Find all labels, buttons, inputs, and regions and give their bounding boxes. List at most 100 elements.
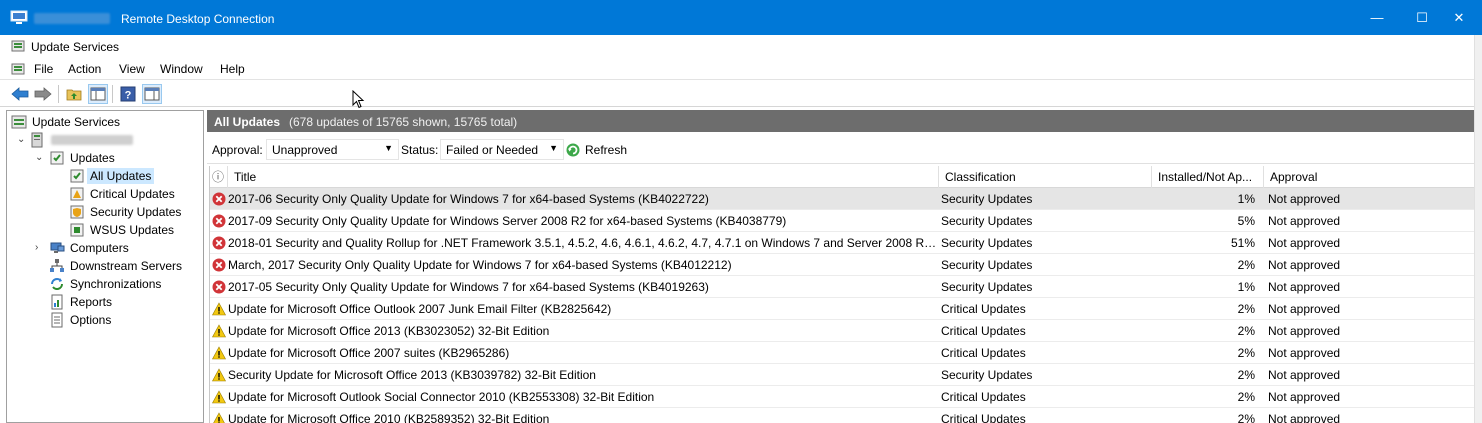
menu-file[interactable]: File <box>34 62 53 76</box>
table-row[interactable]: Security Update for Microsoft Office 201… <box>210 364 1475 386</box>
menu-help[interactable]: Help <box>220 62 245 76</box>
tree-item-security-updates[interactable]: Security Updates <box>69 203 184 221</box>
up-one-level-button[interactable] <box>64 84 84 104</box>
warning-icon <box>212 346 226 360</box>
tree-label: Security Updates <box>90 205 182 219</box>
update-services-icon[interactable] <box>11 62 25 76</box>
cell-classification: Critical Updates <box>941 324 1026 338</box>
forward-button[interactable] <box>33 84 53 104</box>
cell-installed: 2% <box>1237 346 1255 360</box>
cell-installed: 2% <box>1237 324 1255 338</box>
cell-approval: Not approved <box>1268 258 1341 272</box>
tree-item-critical-updates[interactable]: Critical Updates <box>69 185 178 203</box>
tree-item-wsus-updates[interactable]: WSUS Updates <box>69 221 177 239</box>
column-header-title[interactable]: Title <box>228 166 939 188</box>
mouse-cursor-icon <box>352 90 365 109</box>
rdp-title: Remote Desktop Connection <box>121 12 275 26</box>
cell-installed: 5% <box>1237 214 1255 228</box>
tree-item-all-updates[interactable]: All Updates <box>69 167 155 185</box>
tree-label: All Updates <box>87 168 155 184</box>
menu-window[interactable]: Window <box>160 62 203 76</box>
table-row[interactable]: March, 2017 Security Only Quality Update… <box>210 254 1475 276</box>
tree-label: Critical Updates <box>90 187 175 201</box>
help-button[interactable]: ? <box>118 84 138 104</box>
refresh-button[interactable]: Refresh <box>565 142 627 158</box>
cell-approval: Not approved <box>1268 346 1341 360</box>
tree-item-reports[interactable]: Reports <box>49 293 115 311</box>
update-services-icon <box>11 40 25 52</box>
minimize-button[interactable]: — <box>1354 0 1400 35</box>
error-icon <box>212 192 226 206</box>
back-arrow-icon <box>11 87 29 101</box>
expand-computers-toggle[interactable]: › <box>35 243 45 253</box>
table-row[interactable]: Update for Microsoft Office Outlook 2007… <box>210 298 1475 320</box>
refresh-icon <box>566 143 580 157</box>
chevron-down-icon: ▼ <box>549 143 558 153</box>
cell-approval: Not approved <box>1268 390 1341 404</box>
computers-icon <box>50 242 65 253</box>
status-dropdown[interactable]: Failed or Needed ▼ <box>440 139 564 160</box>
tree-item-synchronizations[interactable]: Synchronizations <box>49 275 164 293</box>
cell-title: March, 2017 Security Only Quality Update… <box>228 258 732 272</box>
error-icon <box>212 258 226 272</box>
cell-installed: 2% <box>1237 412 1255 423</box>
cell-installed: 51% <box>1230 236 1255 250</box>
table-row[interactable]: Update for Microsoft Office 2013 (KB3023… <box>210 320 1475 342</box>
cell-title: 2017-05 Security Only Quality Update for… <box>228 280 709 294</box>
show-hide-console-tree-button[interactable] <box>88 84 108 104</box>
tree-label: Synchronizations <box>70 277 162 291</box>
mmc-title: Update Services <box>31 40 120 54</box>
tree-label: Updates <box>70 151 115 165</box>
table-row[interactable]: 2018-01 Security and Quality Rollup for … <box>210 232 1475 254</box>
cell-title: Security Update for Microsoft Office 201… <box>228 368 596 382</box>
approval-dropdown[interactable]: Unapproved ▼ <box>266 139 399 160</box>
cell-installed: 1% <box>1237 280 1255 294</box>
cell-classification: Critical Updates <box>941 346 1026 360</box>
refresh-label: Refresh <box>585 143 628 157</box>
svg-text:?: ? <box>125 90 132 102</box>
cell-approval: Not approved <box>1268 302 1341 316</box>
mmc-window: Update Services File Action View Window … <box>0 35 1482 423</box>
cell-title: Update for Microsoft Office 2010 (KB2589… <box>228 412 550 423</box>
cell-classification: Security Updates <box>941 368 1033 382</box>
column-header-installed[interactable]: Installed/Not Ap... <box>1152 166 1264 188</box>
mmc-titlebar: Update Services <box>0 35 1482 57</box>
error-icon <box>212 214 226 228</box>
tree-item-options[interactable]: Options <box>49 311 114 329</box>
table-row[interactable]: Update for Microsoft Office 2007 suites … <box>210 342 1475 364</box>
menu-view[interactable]: View <box>119 62 145 76</box>
table-row[interactable]: 2017-05 Security Only Quality Update for… <box>210 276 1475 298</box>
expand-server-toggle[interactable]: ⌄ <box>17 135 27 145</box>
cell-classification: Critical Updates <box>941 412 1026 423</box>
tree-item-server[interactable] <box>29 131 133 149</box>
show-hide-action-pane-button[interactable] <box>142 84 162 104</box>
tree-item-computers[interactable]: Computers <box>49 239 132 257</box>
cell-classification: Security Updates <box>941 258 1033 272</box>
vertical-scrollbar[interactable] <box>1474 35 1482 423</box>
menu-action[interactable]: Action <box>68 62 101 76</box>
pane-title: All Updates <box>214 115 281 129</box>
update-count: (678 updates of 15765 shown, 15765 total… <box>289 115 518 129</box>
close-button[interactable]: ✕ <box>1436 0 1482 35</box>
updates-grid: ⓘ Title Classification Installed/Not Ap.… <box>209 166 1475 423</box>
rdp-titlebar: Remote Desktop Connection — ☐ ✕ <box>0 0 1482 35</box>
tree-item-updates[interactable]: Updates <box>49 149 118 167</box>
info-icon[interactable]: ⓘ <box>210 166 228 188</box>
column-header-approval[interactable]: Approval <box>1264 166 1475 188</box>
forward-arrow-icon <box>34 87 52 101</box>
reports-icon <box>51 294 63 310</box>
cell-classification: Critical Updates <box>941 302 1026 316</box>
table-row[interactable]: Update for Microsoft Office 2010 (KB2589… <box>210 408 1475 423</box>
table-row[interactable]: 2017-09 Security Only Quality Update for… <box>210 210 1475 232</box>
cell-title: Update for Microsoft Office Outlook 2007… <box>228 302 612 316</box>
table-row[interactable]: 2017-06 Security Only Quality Update for… <box>210 188 1475 210</box>
remote-desktop-icon <box>10 10 28 24</box>
tree-item-update-services[interactable]: Update Services <box>11 113 123 131</box>
expand-updates-toggle[interactable]: ⌄ <box>35 153 45 163</box>
table-row[interactable]: Update for Microsoft Outlook Social Conn… <box>210 386 1475 408</box>
wsus-updates-icon <box>70 223 84 237</box>
cell-installed: 2% <box>1237 302 1255 316</box>
back-button[interactable] <box>10 84 30 104</box>
column-header-classification[interactable]: Classification <box>939 166 1152 188</box>
tree-item-downstream-servers[interactable]: Downstream Servers <box>49 257 185 275</box>
